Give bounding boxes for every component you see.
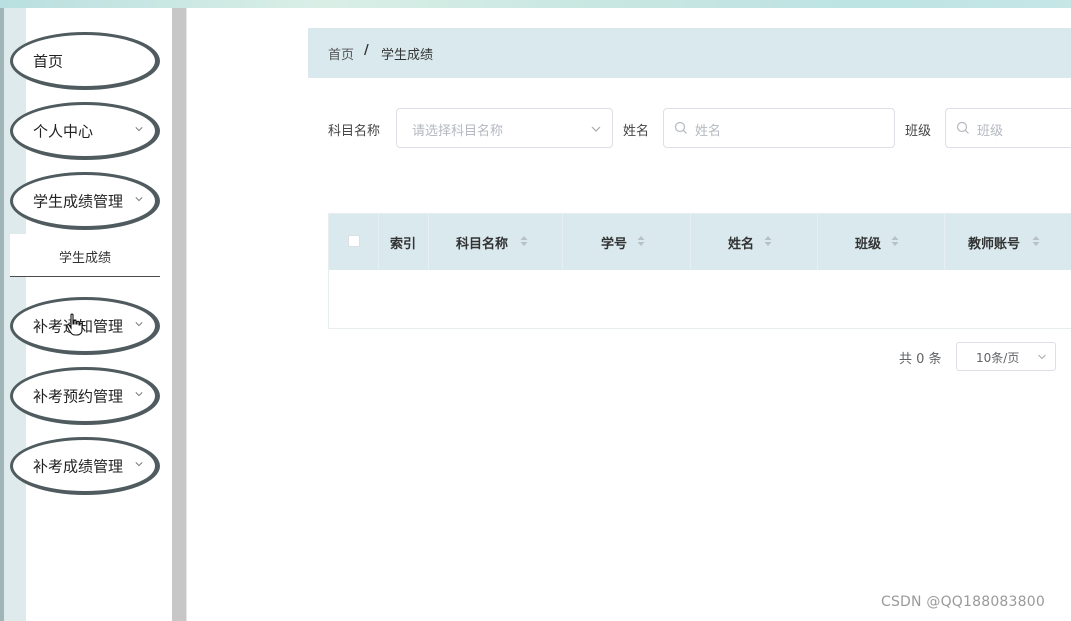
sidebar-item-label: 补考预约管理 <box>33 387 124 405</box>
sidebar-item-label: 补考成绩管理 <box>33 457 124 475</box>
page-size-value: 10条/页 <box>976 351 1020 365</box>
breadcrumb-home-link[interactable]: 首页 <box>328 44 354 63</box>
sort-caret-icon[interactable] <box>637 235 645 247</box>
sidebar-subitem-label: 学生成绩 <box>58 251 111 266</box>
name-search-placeholder: 姓名 <box>695 124 722 139</box>
table-header-class[interactable]: 班级 <box>818 214 945 270</box>
page-size-select[interactable]: 10条/页 <box>956 342 1056 371</box>
sidebar-item-home[interactable]: 首页 <box>10 32 160 90</box>
app-page: 首页 个人中心 学生成绩管理 学生成绩 补考通知管理 补考预约管理 补考成绩管理 <box>0 0 1071 621</box>
name-search-input[interactable]: 姓名 <box>663 108 895 148</box>
column-header-label: 科目名称 <box>456 237 509 252</box>
search-icon <box>674 121 687 134</box>
table-header-select <box>329 214 379 270</box>
class-search-input[interactable]: 班级 <box>945 108 1071 148</box>
column-header-label: 班级 <box>855 237 882 252</box>
chevron-down-icon <box>135 196 143 201</box>
subject-filter-label: 科目名称 <box>328 124 381 139</box>
class-search-placeholder: 班级 <box>977 124 1004 139</box>
class-filter-label: 班级 <box>905 124 932 139</box>
chevron-down-icon <box>591 126 601 132</box>
sidebar-item-student-score-management[interactable]: 学生成绩管理 <box>10 172 160 230</box>
breadcrumb-separator: / <box>364 43 369 58</box>
chevron-down-icon <box>1038 354 1046 360</box>
table-header: 索引 科目名称 学号 姓名 班级 教师账号 <box>329 214 1071 270</box>
sidebar-divider[interactable] <box>172 8 187 621</box>
select-all-checkbox[interactable] <box>348 235 360 247</box>
sort-caret-icon[interactable] <box>1032 235 1040 247</box>
table-header-teacher-account[interactable]: 教师账号 <box>945 214 1071 270</box>
sort-caret-icon[interactable] <box>520 235 528 247</box>
sidebar-item-label: 个人中心 <box>33 122 94 140</box>
subject-select[interactable]: 请选择科目名称 <box>396 108 613 148</box>
chevron-down-icon <box>135 461 143 466</box>
watermark-text: CSDN @QQ188083800 <box>881 594 1045 610</box>
table-header-subject[interactable]: 科目名称 <box>429 214 563 270</box>
sidebar-item-label: 补考通知管理 <box>33 317 124 335</box>
table-header-name[interactable]: 姓名 <box>691 214 818 270</box>
column-header-label: 学号 <box>601 237 628 252</box>
column-header-label: 索引 <box>390 237 417 252</box>
sidebar-subitem-student-score[interactable]: 学生成绩 <box>10 234 160 277</box>
pagination-total: 共 0 条 <box>899 352 942 367</box>
column-header-label: 教师账号 <box>968 237 1021 252</box>
chevron-down-icon <box>135 126 143 131</box>
breadcrumb: 首页 / 学生成绩 <box>308 28 1071 78</box>
sort-caret-icon[interactable] <box>891 235 899 247</box>
breadcrumb-current: 学生成绩 <box>381 48 434 63</box>
chevron-down-icon <box>135 321 143 326</box>
name-filter-label: 姓名 <box>623 124 650 139</box>
column-header-label: 姓名 <box>728 237 755 252</box>
sidebar-item-makeup-booking-management[interactable]: 补考预约管理 <box>10 367 160 425</box>
sidebar-item-label: 首页 <box>33 52 64 70</box>
top-banner-strip <box>0 0 1071 8</box>
subject-select-placeholder: 请选择科目名称 <box>412 124 504 139</box>
sort-caret-icon[interactable] <box>764 235 772 247</box>
sidebar-item-makeup-notice-management[interactable]: 补考通知管理 <box>10 297 160 355</box>
table-header-index: 索引 <box>379 214 429 270</box>
table-header-student-id[interactable]: 学号 <box>563 214 691 270</box>
chevron-down-icon <box>135 391 143 396</box>
score-table: 索引 科目名称 学号 姓名 班级 教师账号 <box>328 213 1071 329</box>
sidebar-menu: 首页 个人中心 学生成绩管理 学生成绩 补考通知管理 补考预约管理 补考成绩管理 <box>4 8 172 621</box>
sidebar-item-label: 学生成绩管理 <box>33 192 124 210</box>
search-icon <box>956 121 969 134</box>
sidebar-item-personal-center[interactable]: 个人中心 <box>10 102 160 160</box>
sidebar-item-makeup-score-management[interactable]: 补考成绩管理 <box>10 437 160 495</box>
